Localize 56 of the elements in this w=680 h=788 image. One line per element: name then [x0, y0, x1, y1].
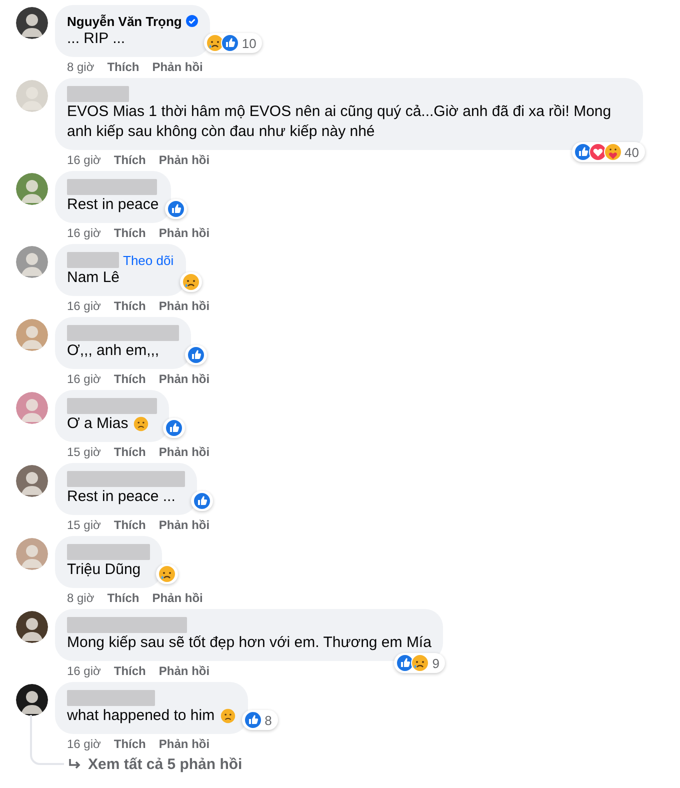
comment-time[interactable]: 16 giờ	[67, 737, 101, 751]
reaction-count: 8	[264, 712, 273, 728]
like-link[interactable]: Thích	[114, 299, 146, 313]
avatar[interactable]	[16, 7, 48, 39]
reply-link[interactable]: Phản hồi	[158, 664, 210, 678]
reactions-badge[interactable]: 9	[394, 653, 446, 673]
author-name[interactable]: Nguyễn Văn Trọng	[67, 14, 182, 28]
thread-line	[30, 715, 64, 765]
comment-text: Nam Lê	[67, 268, 120, 288]
avatar[interactable]	[16, 684, 48, 716]
like-link[interactable]: Thích	[114, 518, 146, 532]
like-link[interactable]: Thích	[107, 591, 140, 605]
comment-text: Ơ,,, anh em,,,	[67, 341, 160, 361]
comment-time[interactable]: 16 giờ	[67, 664, 101, 678]
avatar[interactable]	[16, 611, 48, 643]
view-replies-link[interactable]: Xem tất cả 5 phản hồi	[88, 756, 242, 773]
comment-time[interactable]: 16 giờ	[67, 299, 101, 313]
comment-text: ... RIP ...	[67, 29, 126, 49]
comment-text: Mong kiếp sau sẽ tốt đẹp hơn với em. Thương em Mía	[67, 633, 432, 653]
reply-link[interactable]: Phản hồi	[158, 226, 210, 240]
like-link[interactable]: Thích	[114, 445, 146, 459]
like-link[interactable]: Thích	[114, 737, 146, 751]
comment-time[interactable]: 8 giờ	[67, 60, 94, 74]
reactions-badge[interactable]: 10	[204, 33, 262, 53]
comment-time[interactable]: 16 giờ	[67, 372, 101, 386]
comment-text: Rest in peace ...	[67, 487, 176, 507]
reactions-badge[interactable]: 8	[242, 710, 278, 730]
comment-text: EVOS Mias 1 thời hâm mộ EVOS nên ai cũng quý cả...Giờ anh đã đi xa rồi! Mong anh kiếp sau không còn đau như kiếp này nhé	[67, 102, 612, 142]
like-link[interactable]: Thích	[114, 372, 146, 386]
comment-time[interactable]: 15 giờ	[67, 445, 101, 459]
like-link[interactable]: Thích	[114, 226, 146, 240]
like-link[interactable]: Thích	[114, 153, 146, 167]
reply-arrow-icon	[68, 758, 82, 772]
reply-link[interactable]: Phản hồi	[158, 372, 210, 386]
comment-text: Rest in peace	[67, 195, 159, 215]
like-link[interactable]: Thích	[114, 664, 146, 678]
reply-link[interactable]: Phản hồi	[158, 518, 210, 532]
comment-time[interactable]: 16 giờ	[67, 226, 101, 240]
reaction-count: 9	[431, 656, 440, 670]
comment-text: Triệu Dũng	[67, 560, 141, 580]
reply-link[interactable]: Phản hồi	[158, 299, 210, 313]
reactions-badge[interactable]: 40	[572, 142, 645, 162]
reply-link[interactable]: Phản hồi	[158, 737, 210, 751]
comment-text: Ơ a Mias	[67, 414, 128, 434]
reaction-count: 10	[240, 36, 258, 50]
follow-link[interactable]: Theo dõi	[123, 252, 174, 268]
comment-time[interactable]: 8 giờ	[67, 591, 94, 605]
comment-time[interactable]: 16 giờ	[67, 153, 101, 167]
comment-text: what happened to him	[67, 706, 215, 726]
reply-link[interactable]: Phản hồi	[158, 153, 210, 167]
like-link[interactable]: Thích	[107, 60, 140, 74]
reply-link[interactable]: Phản hồi	[152, 591, 203, 605]
reaction-count: 40	[624, 144, 640, 160]
reply-link[interactable]: Phản hồi	[158, 445, 210, 459]
reply-link[interactable]: Phản hồi	[152, 60, 203, 74]
comment-time[interactable]: 15 giờ	[67, 518, 101, 532]
